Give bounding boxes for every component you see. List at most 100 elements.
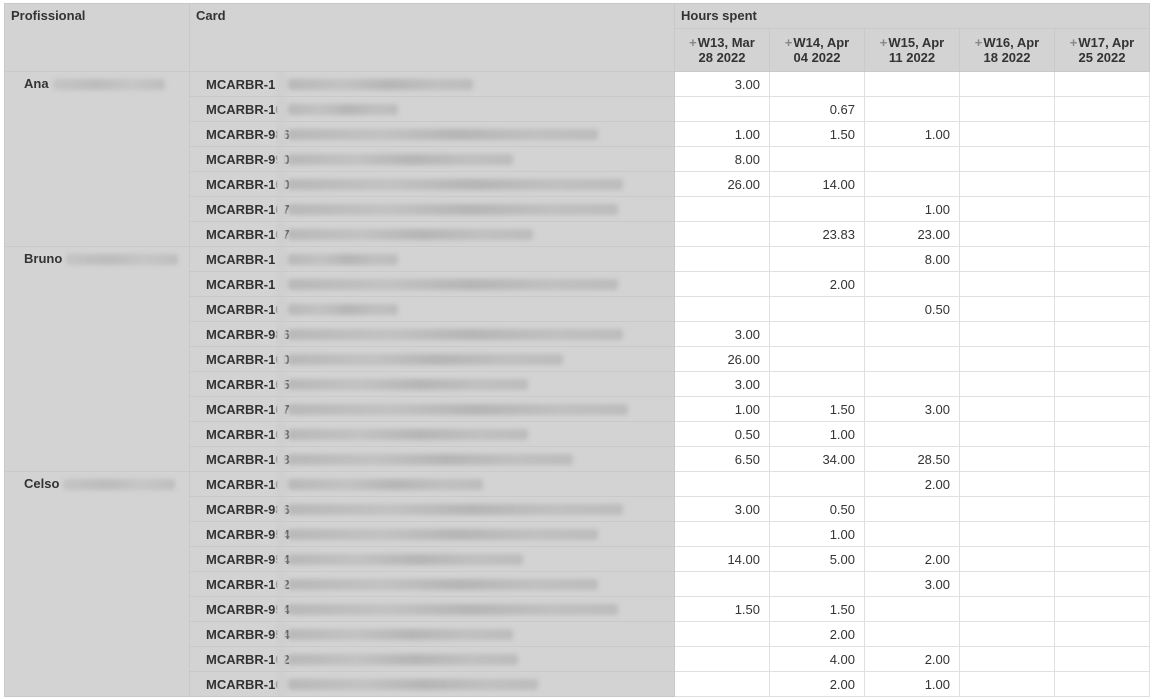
- hours-cell-w17[interactable]: [1053, 571, 1150, 597]
- hours-cell-w15[interactable]: 2.00: [864, 546, 960, 572]
- hours-cell-w16[interactable]: [959, 471, 1055, 497]
- hours-cell-w13[interactable]: [674, 296, 770, 322]
- card-cell[interactable]: MCARBR-954: [189, 546, 675, 572]
- hours-cell-w14[interactable]: 0.50: [769, 496, 865, 522]
- card-cell[interactable]: MCARBR-107: [189, 196, 675, 222]
- card-cell[interactable]: MCARBR-954: [189, 596, 675, 622]
- hours-cell-w13[interactable]: 1.50: [674, 596, 770, 622]
- hours-cell-w17[interactable]: [1053, 221, 1150, 247]
- hours-cell-w13[interactable]: 26.00: [674, 171, 770, 197]
- hours-cell-w13[interactable]: 6.50: [674, 446, 770, 472]
- hours-cell-w15[interactable]: 1.00: [864, 671, 960, 697]
- hours-cell-w13[interactable]: [674, 271, 770, 297]
- hours-cell-w15[interactable]: [864, 71, 960, 97]
- hours-cell-w16[interactable]: [959, 296, 1055, 322]
- hours-cell-w13[interactable]: [674, 621, 770, 647]
- hours-cell-w17[interactable]: [1053, 196, 1150, 222]
- hours-cell-w17[interactable]: [1053, 546, 1150, 572]
- hours-cell-w14[interactable]: 1.50: [769, 396, 865, 422]
- hours-cell-w14[interactable]: 2.00: [769, 271, 865, 297]
- hours-cell-w16[interactable]: [959, 146, 1055, 172]
- card-cell[interactable]: MCARBR-986: [189, 121, 675, 147]
- hours-cell-w16[interactable]: [959, 71, 1055, 97]
- card-cell[interactable]: MCARBR-108: [189, 446, 675, 472]
- column-header-professional[interactable]: Profissional: [4, 3, 190, 72]
- hours-cell-w15[interactable]: [864, 346, 960, 372]
- hours-cell-w17[interactable]: [1053, 346, 1150, 372]
- hours-cell-w17[interactable]: [1053, 321, 1150, 347]
- card-cell[interactable]: MCARBR-1 /: [189, 271, 675, 297]
- hours-cell-w14[interactable]: [769, 371, 865, 397]
- hours-cell-w14[interactable]: 23.83: [769, 221, 865, 247]
- card-cell[interactable]: MCARBR-10: [189, 96, 675, 122]
- plus-icon[interactable]: +: [1070, 35, 1078, 50]
- hours-cell-w14[interactable]: 1.50: [769, 596, 865, 622]
- hours-cell-w16[interactable]: [959, 421, 1055, 447]
- hours-cell-w13[interactable]: 14.00: [674, 546, 770, 572]
- hours-cell-w13[interactable]: [674, 246, 770, 272]
- hours-cell-w17[interactable]: [1053, 396, 1150, 422]
- hours-cell-w14[interactable]: 34.00: [769, 446, 865, 472]
- hours-cell-w15[interactable]: 1.00: [864, 196, 960, 222]
- hours-cell-w17[interactable]: [1053, 521, 1150, 547]
- hours-cell-w16[interactable]: [959, 246, 1055, 272]
- hours-cell-w14[interactable]: [769, 571, 865, 597]
- hours-cell-w15[interactable]: 3.00: [864, 571, 960, 597]
- hours-cell-w17[interactable]: [1053, 496, 1150, 522]
- hours-cell-w16[interactable]: [959, 496, 1055, 522]
- card-cell[interactable]: MCARBR-986: [189, 321, 675, 347]
- card-cell[interactable]: MCARBR-10: [189, 671, 675, 697]
- hours-cell-w16[interactable]: [959, 346, 1055, 372]
- hours-cell-w15[interactable]: 2.00: [864, 471, 960, 497]
- hours-cell-w15[interactable]: [864, 171, 960, 197]
- card-cell[interactable]: MCARBR-107: [189, 221, 675, 247]
- card-cell[interactable]: MCARBR-990: [189, 146, 675, 172]
- hours-cell-w13[interactable]: [674, 196, 770, 222]
- card-cell[interactable]: MCARBR-105: [189, 371, 675, 397]
- hours-cell-w16[interactable]: [959, 196, 1055, 222]
- card-cell[interactable]: MCARBR-107: [189, 396, 675, 422]
- hours-cell-w14[interactable]: 2.00: [769, 621, 865, 647]
- hours-cell-w14[interactable]: [769, 71, 865, 97]
- hours-cell-w16[interactable]: [959, 621, 1055, 647]
- hours-cell-w17[interactable]: [1053, 671, 1150, 697]
- hours-cell-w16[interactable]: [959, 321, 1055, 347]
- hours-cell-w17[interactable]: [1053, 421, 1150, 447]
- hours-cell-w13[interactable]: [674, 221, 770, 247]
- hours-cell-w14[interactable]: [769, 471, 865, 497]
- hours-cell-w16[interactable]: [959, 596, 1055, 622]
- hours-cell-w16[interactable]: [959, 96, 1055, 122]
- card-cell[interactable]: MCARBR-10: [189, 471, 675, 497]
- card-cell[interactable]: MCARBR-100: [189, 171, 675, 197]
- hours-cell-w15[interactable]: 8.00: [864, 246, 960, 272]
- hours-cell-w16[interactable]: [959, 546, 1055, 572]
- hours-cell-w15[interactable]: [864, 496, 960, 522]
- card-cell[interactable]: MCARBR-1 /: [189, 246, 675, 272]
- hours-cell-w16[interactable]: [959, 271, 1055, 297]
- hours-cell-w17[interactable]: [1053, 471, 1150, 497]
- hours-cell-w13[interactable]: 3.00: [674, 371, 770, 397]
- hours-cell-w13[interactable]: [674, 96, 770, 122]
- hours-cell-w14[interactable]: 2.00: [769, 671, 865, 697]
- card-cell[interactable]: MCARBR-954: [189, 621, 675, 647]
- card-cell[interactable]: MCARBR-102: [189, 571, 675, 597]
- card-cell[interactable]: MCARBR-1 /: [189, 71, 675, 97]
- card-cell[interactable]: MCARBR-10: [189, 296, 675, 322]
- hours-cell-w16[interactable]: [959, 571, 1055, 597]
- hours-cell-w17[interactable]: [1053, 146, 1150, 172]
- hours-cell-w14[interactable]: 1.00: [769, 521, 865, 547]
- hours-cell-w16[interactable]: [959, 446, 1055, 472]
- hours-cell-w15[interactable]: [864, 96, 960, 122]
- hours-cell-w14[interactable]: 1.50: [769, 121, 865, 147]
- hours-cell-w14[interactable]: [769, 246, 865, 272]
- plus-icon[interactable]: +: [689, 35, 697, 50]
- hours-cell-w16[interactable]: [959, 121, 1055, 147]
- hours-cell-w16[interactable]: [959, 171, 1055, 197]
- hours-cell-w15[interactable]: [864, 321, 960, 347]
- column-header-hours-spent[interactable]: Hours spent: [673, 3, 1150, 29]
- hours-cell-w13[interactable]: [674, 671, 770, 697]
- week-header-w15[interactable]: +W15, Apr 11 2022: [864, 28, 960, 72]
- hours-cell-w17[interactable]: [1053, 296, 1150, 322]
- hours-cell-w16[interactable]: [959, 671, 1055, 697]
- hours-cell-w16[interactable]: [959, 521, 1055, 547]
